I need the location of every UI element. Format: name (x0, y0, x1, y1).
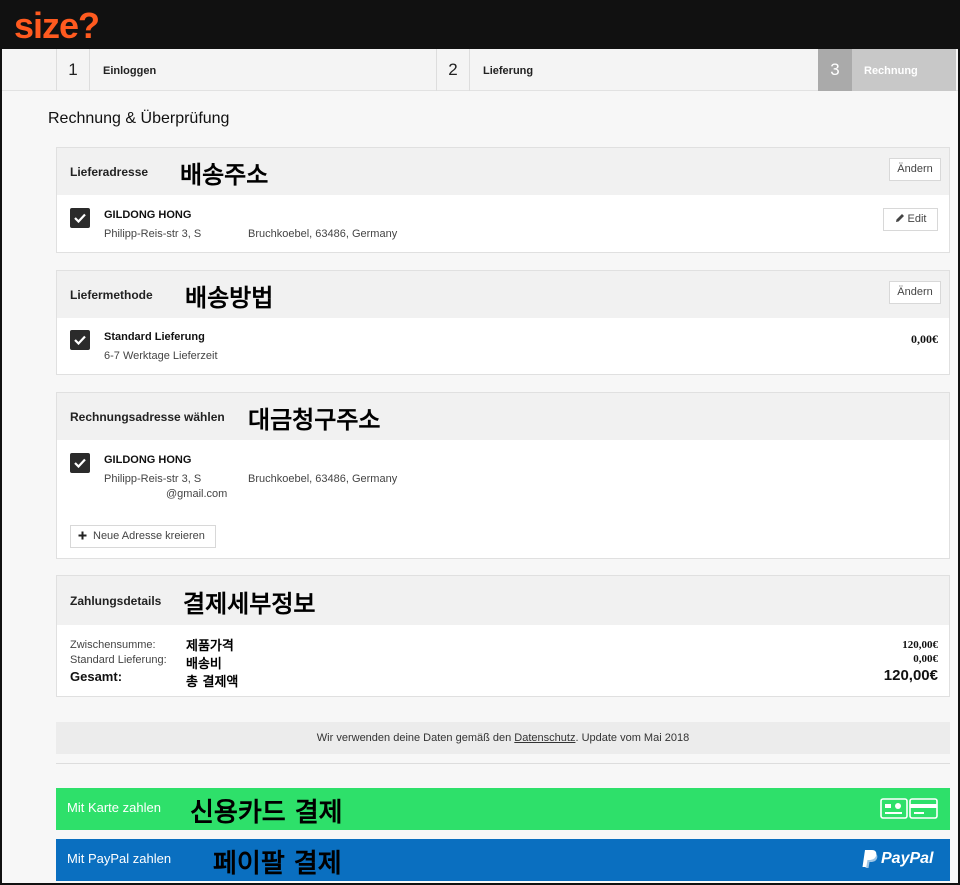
delivery-address-panel: Lieferadresse 배송주소 Ändern GILDONG HONG P… (56, 147, 950, 253)
total-label: Gesamt: (70, 669, 123, 684)
billing-name: GILDONG HONG (104, 454, 192, 466)
new-address-button[interactable]: Neue Adresse kreieren (70, 525, 216, 548)
subtotal-value: 120,00€ (902, 639, 938, 651)
pay-paypal-label: Mit PayPal zahlen (67, 851, 172, 866)
step-delivery[interactable]: 2 Lieferung (436, 49, 816, 91)
payment-details-panel: Zahlungsdetails 결제세부정보 Zwischensumme: 제품… (56, 575, 950, 697)
page-title: Rechnung & Überprüfung (48, 110, 230, 127)
change-address-button[interactable]: Ändern (889, 158, 941, 181)
billing-address-panel: Rechnungsadresse wählen 대금청구주소 GILDONG H… (56, 392, 950, 559)
korean-annotation: 배송방법 (185, 284, 274, 312)
shipping-annotation: 배송비 (186, 657, 222, 672)
top-bar: size? (2, 2, 958, 49)
pencil-icon (895, 214, 904, 222)
checkout-steps: 1 Einloggen 2 Lieferung 3 Rechnung (2, 49, 958, 91)
checkbox-checked[interactable] (70, 453, 90, 473)
panel-header: Zahlungsdetails 결제세부정보 (57, 576, 949, 625)
step-number: 2 (436, 49, 470, 91)
shipping-label: Standard Lieferung: (70, 654, 167, 666)
pay-card-button[interactable]: Mit Karte zahlen 신용카드 결제 (56, 788, 950, 830)
panel-title: Liefermethode (70, 288, 153, 302)
edit-label: Edit (907, 213, 927, 225)
check-icon (74, 213, 86, 223)
step-login[interactable]: 1 Einloggen (56, 49, 436, 91)
panel-header: Rechnungsadresse wählen 대금청구주소 (57, 393, 949, 440)
step-billing[interactable]: 3 Rechnung (818, 49, 958, 91)
panel-header: Lieferadresse 배송주소 Ändern (57, 148, 949, 195)
panel-title: Rechnungsadresse wählen (70, 410, 225, 424)
new-address-label: Neue Adresse kreieren (93, 530, 205, 542)
billing-email: @gmail.com (166, 488, 228, 500)
site-logo[interactable]: size? (14, 8, 100, 44)
korean-annotation: 페이팔 결제 (213, 849, 342, 879)
credit-card-icon (880, 798, 938, 819)
method-price: 0,00€ (911, 332, 938, 346)
check-icon (74, 335, 86, 345)
privacy-notice: Wir verwenden deine Daten gemäß den Date… (56, 722, 950, 754)
street: Philipp-Reis-str 3, S (104, 228, 202, 240)
page-frame: size? 1 Einloggen 2 Lieferung 3 Rechnung… (0, 0, 960, 885)
step-number: 3 (818, 49, 852, 91)
total-value: 120,00€ (883, 667, 938, 684)
subtotal-annotation: 제품가격 (186, 639, 234, 654)
checkbox-checked[interactable] (70, 208, 90, 228)
step-label-wrap: Rechnung (852, 49, 956, 91)
korean-annotation: 결제세부정보 (183, 590, 316, 618)
panel-title: Lieferadresse (70, 165, 149, 179)
billing-street: Philipp-Reis-str 3, S (104, 473, 202, 485)
delivery-method-panel: Liefermethode 배송방법 Ändern Standard Liefe… (56, 270, 950, 375)
paypal-wordmark: PayPal (881, 850, 934, 867)
subtotal-label: Zwischensumme: (70, 639, 156, 651)
change-method-button[interactable]: Ändern (889, 281, 941, 304)
privacy-text-end: . Update vom Mai 2018 (575, 732, 690, 744)
korean-annotation: 배송주소 (180, 161, 269, 189)
plus-icon (78, 531, 87, 540)
edit-address-button[interactable]: Edit (883, 208, 938, 231)
korean-annotation: 신용카드 결제 (190, 798, 343, 828)
city: Bruchkoebel, 63486, Germany (248, 228, 398, 240)
step-label: Lieferung (483, 65, 534, 77)
divider (56, 763, 950, 764)
panel-header: Liefermethode 배송방법 Ändern (57, 271, 949, 318)
check-icon (74, 458, 86, 468)
step-label: Rechnung (864, 65, 918, 77)
step-label: Einloggen (103, 65, 157, 77)
shipping-value: 0,00€ (913, 653, 938, 665)
recipient-name: GILDONG HONG (104, 209, 192, 221)
pay-card-label: Mit Karte zahlen (67, 800, 161, 815)
billing-city: Bruchkoebel, 63486, Germany (248, 473, 398, 485)
privacy-link[interactable]: Datenschutz (514, 732, 575, 744)
paypal-icon (862, 850, 878, 868)
pay-paypal-button[interactable]: Mit PayPal zahlen 페이팔 결제 PayPal (56, 839, 950, 881)
panel-title: Zahlungsdetails (70, 594, 162, 608)
method-name: Standard Lieferung (104, 331, 205, 343)
method-detail: 6-7 Werktage Lieferzeit (104, 350, 218, 362)
checkbox-checked[interactable] (70, 330, 90, 350)
step-number: 1 (56, 49, 90, 91)
privacy-text: Wir verwenden deine Daten gemäß den (316, 732, 515, 744)
korean-annotation: 대금청구주소 (248, 406, 381, 434)
total-annotation: 총 결제액 (186, 675, 239, 690)
